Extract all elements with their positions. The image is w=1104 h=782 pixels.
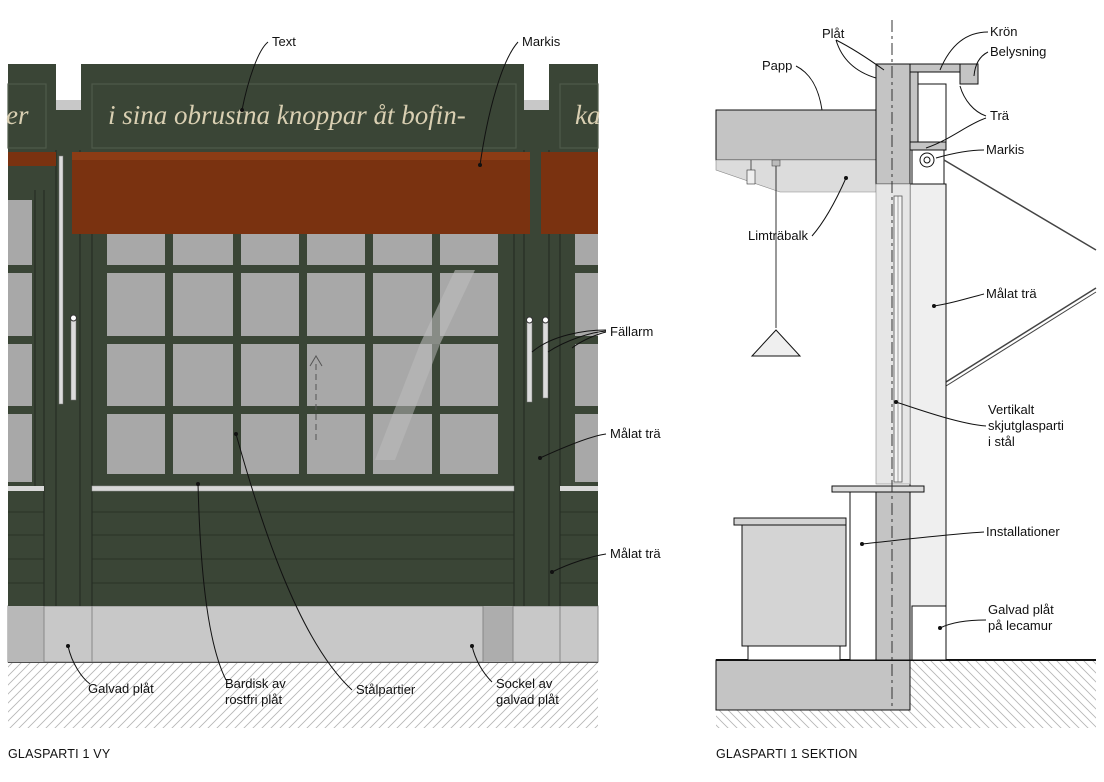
label-galvad-plat: Galvad plåt: [88, 681, 154, 696]
label-vertikalt: Vertikalt: [988, 402, 1035, 417]
installation-cabinet: [741, 523, 847, 647]
label-markis: Markis: [522, 34, 561, 49]
label-stalpartier: Stålpartier: [356, 682, 416, 697]
label-malat-tra-1: Målat trä: [610, 426, 661, 441]
label-bardisk-2: rostfri plåt: [225, 692, 282, 707]
sign-text: i sina obrustna knoppar åt bofin-: [108, 100, 466, 130]
label-papp: Papp: [762, 58, 792, 73]
awning-left: [8, 152, 56, 166]
label-installationer: Installationer: [986, 524, 1060, 539]
section-lower-wall: [875, 491, 911, 661]
roof-slab: [715, 109, 877, 161]
label-text: Text: [272, 34, 296, 49]
label-vertikalt-2: skjutglasparti: [988, 418, 1064, 433]
label-kron: Krön: [990, 24, 1017, 39]
label-galvad-lecamur: Galvad plåt: [988, 602, 1054, 617]
label-plat: Plåt: [822, 26, 845, 41]
label-vertikalt-3: i stål: [988, 434, 1015, 449]
awning-center: [72, 152, 530, 234]
caption-view: GLASPARTI 1 VY: [8, 747, 111, 761]
bar-counter: [91, 485, 515, 492]
label-malat-tra-2: Målat trä: [610, 546, 661, 561]
awning-right: [541, 152, 598, 234]
label-sockel: Sockel av: [496, 676, 553, 691]
caption-section: GLASPARTI 1 SEKTION: [716, 747, 858, 761]
label-section-malat-tra: Målat trä: [986, 286, 1037, 301]
sliding-glass: [875, 183, 911, 485]
label-limtrabalk: Limträbalk: [748, 228, 808, 243]
label-tra: Trä: [990, 108, 1010, 123]
section-view: Plåt Krön Belysning Papp Trä Markis Limt…: [715, 20, 1097, 761]
label-section-markis: Markis: [986, 142, 1025, 157]
label-belysning: Belysning: [990, 44, 1046, 59]
section-column: [875, 63, 911, 185]
elevation-view: i sina obrustna knoppar åt bofin- er ka: [6, 34, 661, 761]
drawing-sheet: i sina obrustna knoppar åt bofin- er ka: [6, 20, 1097, 761]
label-galvad-lecamur-2: på lecamur: [988, 618, 1053, 633]
label-fallarm: Fällarm: [610, 324, 653, 339]
label-bardisk: Bardisk av: [225, 676, 286, 691]
sign-text-right: ka: [575, 100, 600, 130]
parapet-left: [8, 64, 56, 100]
sign-text-left: er: [6, 100, 29, 130]
label-sockel-2: galvad plåt: [496, 692, 559, 707]
